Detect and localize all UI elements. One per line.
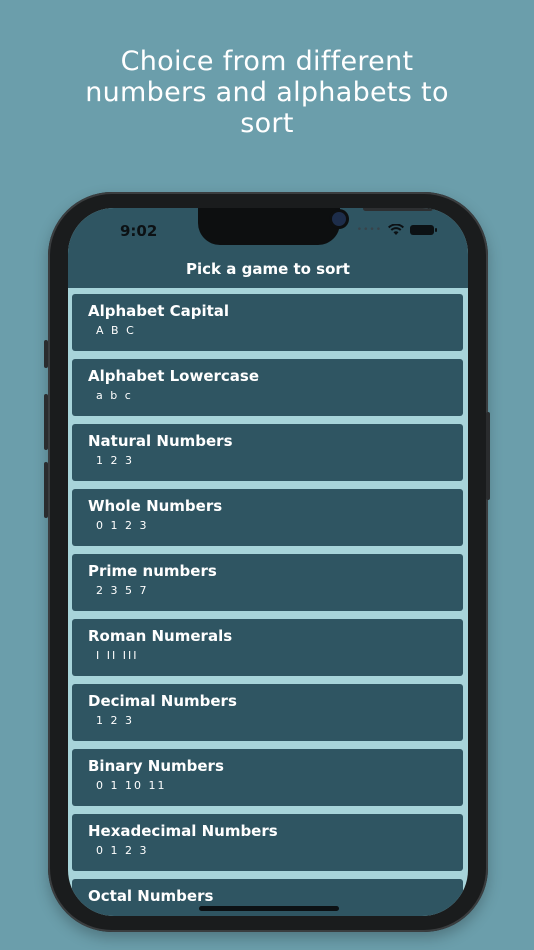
game-item-decimal-numbers[interactable]: Decimal Numbers 1 2 3 [72,684,463,741]
game-subtitle: A B C [96,324,136,337]
game-item-hexadecimal-numbers[interactable]: Hexadecimal Numbers 0 1 2 3 [72,814,463,871]
game-subtitle: 1 2 3 [96,454,134,467]
battery-icon [410,225,437,235]
game-item-prime-numbers[interactable]: Prime numbers 2 3 5 7 [72,554,463,611]
game-title: Roman Numerals [88,627,233,645]
headline-line-1: Choice from different [120,46,414,77]
status-time: 9:02 [120,222,158,240]
volume-up-button [44,394,48,450]
speaker-grille [363,208,433,211]
headline-line-2: numbers and alphabets to [85,77,449,108]
promo-headline: Choice from different numbers and alphab… [0,46,534,139]
game-subtitle: 0 1 2 3 [96,519,149,532]
game-item-whole-numbers[interactable]: Whole Numbers 0 1 2 3 [72,489,463,546]
game-item-binary-numbers[interactable]: Binary Numbers 0 1 10 11 [72,749,463,806]
game-subtitle: a b c [96,389,133,402]
signal-icon: •••• [356,225,382,235]
game-title: Whole Numbers [88,497,223,515]
game-title: Decimal Numbers [88,692,237,710]
app-bar: 9:02 •••• Pick a game to sort [68,208,468,288]
game-subtitle: 1 2 3 [96,714,134,727]
game-item-alphabet-lowercase[interactable]: Alphabet Lowercase a b c [72,359,463,416]
game-title: Hexadecimal Numbers [88,822,278,840]
headline-line-3: sort [240,108,294,139]
game-item-alphabet-capital[interactable]: Alphabet Capital A B C [72,294,463,351]
game-subtitle: 0 1 2 3 [96,844,149,857]
mute-switch [44,340,48,368]
game-subtitle: 2 3 5 7 [96,584,149,597]
game-item-roman-numerals[interactable]: Roman Numerals I II III [72,619,463,676]
volume-down-button [44,462,48,518]
phone-screen: 9:02 •••• Pick a game to sort Alphabet C… [68,208,468,916]
game-subtitle: 0 1 10 11 [96,779,167,792]
wifi-icon [388,224,404,235]
game-item-natural-numbers[interactable]: Natural Numbers 1 2 3 [72,424,463,481]
game-subtitle: I II III [96,649,139,662]
game-title: Natural Numbers [88,432,233,450]
game-title: Alphabet Capital [88,302,230,320]
power-button [486,412,490,500]
camera-icon [332,212,346,226]
home-indicator[interactable] [199,906,339,911]
game-title: Prime numbers [88,562,217,580]
notch [198,208,433,245]
game-title: Binary Numbers [88,757,224,775]
nav-title: Pick a game to sort [186,260,350,278]
status-icons: •••• [356,224,437,236]
game-title: Alphabet Lowercase [88,367,259,385]
game-title: Octal Numbers [88,887,214,905]
